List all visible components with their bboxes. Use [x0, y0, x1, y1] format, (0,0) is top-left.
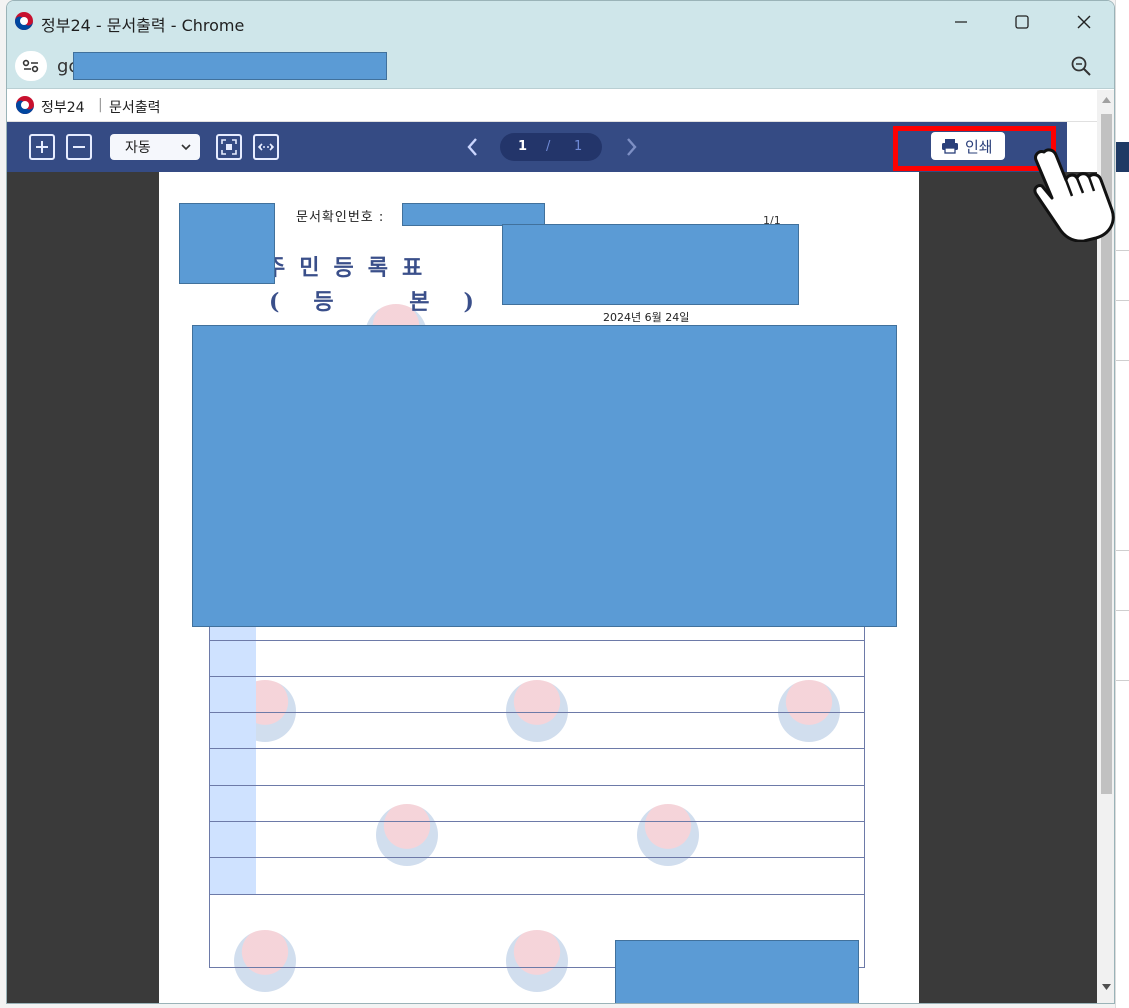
zoom-out-button[interactable]: [66, 134, 92, 160]
chevron-down-icon: [181, 144, 191, 151]
table-row-line: [210, 676, 864, 677]
maximize-button[interactable]: [1008, 9, 1036, 35]
chevron-left-icon[interactable]: [463, 136, 483, 158]
maximize-icon: [1015, 15, 1029, 29]
zoom-in-button[interactable]: [29, 134, 55, 160]
record-table: [209, 624, 865, 968]
printer-icon: [942, 139, 958, 154]
tune-icon: [22, 59, 39, 73]
minimize-icon: [955, 21, 967, 23]
zoom-select[interactable]: 자동: [110, 134, 200, 160]
window-title: 정부24 - 문서출력 - Chrome: [41, 16, 245, 35]
address-bar: gc: [7, 43, 1114, 89]
background-divider: [1116, 680, 1129, 681]
personal-info-redaction: [192, 325, 897, 627]
fit-page-icon: [221, 139, 237, 155]
page-title: 문서출력: [109, 100, 161, 116]
print-label: 인쇄: [965, 137, 993, 156]
photo-redaction: [179, 203, 275, 284]
document-subtitle: (등 본): [269, 289, 508, 315]
hand-pointer-icon: [1033, 148, 1115, 242]
page-separator: /: [546, 139, 551, 154]
scroll-up-arrow-icon[interactable]: [1101, 95, 1112, 105]
document-number-label: 문서확인번호 :: [296, 210, 385, 225]
print-button[interactable]: 인쇄: [931, 132, 1005, 160]
table-side-column: [210, 625, 256, 895]
plus-box-icon: [36, 141, 48, 153]
document-page: 문서확인번호 : 1/1 주민등록표 (등 본) 2024년 6월 24일: [159, 172, 919, 1003]
table-row-line: [210, 785, 864, 786]
page-header-separator: |: [98, 97, 103, 113]
scroll-down-arrow-icon[interactable]: [1101, 982, 1112, 992]
zoom-select-value: 자동: [125, 140, 151, 156]
korea-gov-logo-icon: [15, 12, 33, 30]
total-pages: 1: [574, 139, 583, 154]
chrome-popup-window: 정부24 - 문서출력 - Chrome gc 정부24 | 문서출력 자동 1…: [6, 0, 1115, 1004]
chevron-right-icon[interactable]: [621, 136, 641, 158]
korea-gov-logo-icon: [16, 96, 34, 114]
fit-width-button[interactable]: [253, 134, 279, 160]
table-row-line: [210, 857, 864, 858]
background-divider: [1116, 360, 1129, 361]
table-row-line: [210, 821, 864, 822]
minimize-button[interactable]: [947, 9, 975, 35]
table-row-line: [210, 640, 864, 641]
close-button[interactable]: [1070, 9, 1098, 35]
doc-number-redaction: [402, 203, 545, 226]
background-divider: [1116, 550, 1129, 551]
fit-page-button[interactable]: [216, 134, 242, 160]
background-divider: [1116, 300, 1129, 301]
page-brand: 정부24: [41, 100, 85, 116]
header-info-redaction: [502, 224, 799, 305]
title-bar[interactable]: 정부24 - 문서출력 - Chrome: [7, 1, 1114, 43]
document-viewer[interactable]: 문서확인번호 : 1/1 주민등록표 (등 본) 2024년 6월 24일: [7, 172, 1097, 1003]
document-title: 주민등록표: [265, 255, 437, 281]
fit-width-icon: [257, 143, 275, 151]
footer-redaction: [615, 940, 859, 1003]
table-row-line: [210, 894, 864, 895]
table-row-line: [210, 748, 864, 749]
url-redaction: [73, 52, 387, 80]
issue-date: 2024년 6월 24일: [603, 311, 690, 324]
zoom-icon[interactable]: [1070, 55, 1092, 77]
minus-box-icon: [73, 146, 85, 148]
background-divider: [1116, 250, 1129, 251]
table-row-line: [210, 712, 864, 713]
current-page[interactable]: 1: [518, 139, 527, 154]
background-divider: [1116, 610, 1129, 611]
site-settings-button[interactable]: [15, 51, 47, 81]
page-indicator: 1 / 1: [500, 133, 602, 161]
close-icon: [1077, 15, 1091, 29]
page-header: 정부24 | 문서출력: [7, 90, 1097, 122]
